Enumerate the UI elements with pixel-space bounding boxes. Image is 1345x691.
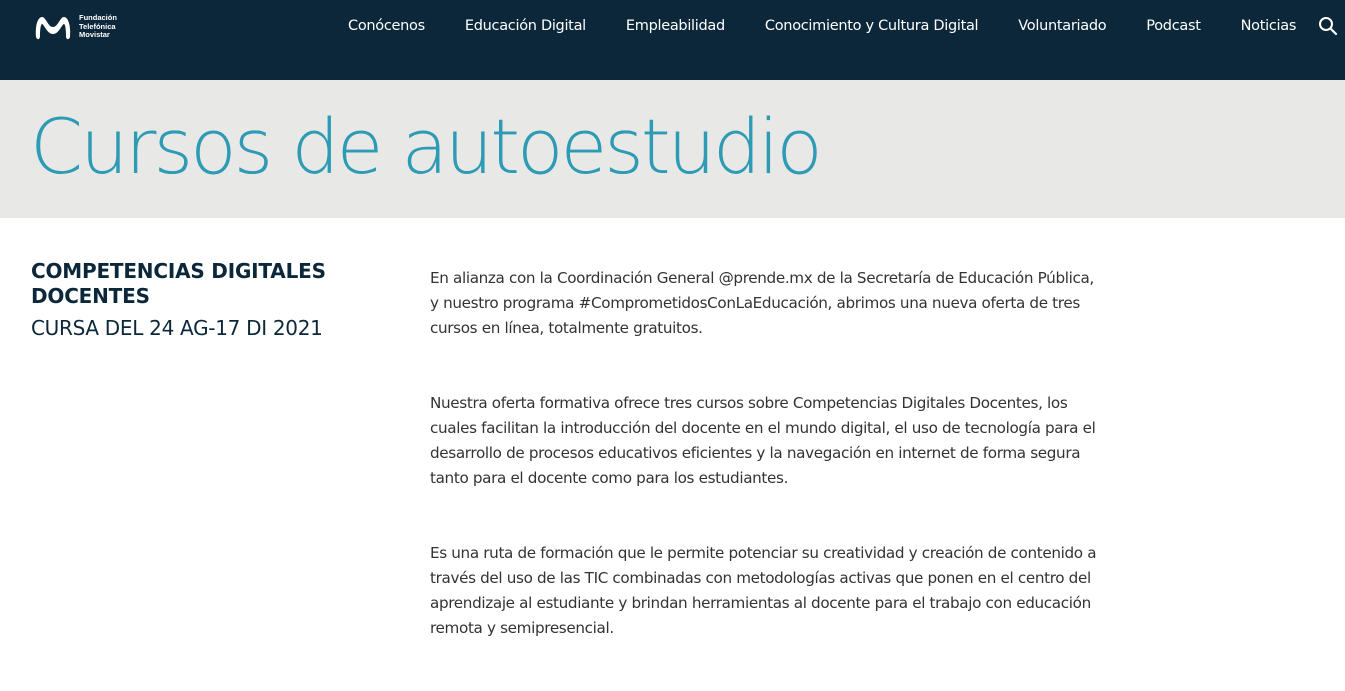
nav-item-podcast[interactable]: Podcast	[1126, 18, 1220, 34]
page-hero: Cursos de autoestudio	[0, 80, 1345, 218]
course-dates: CURSA DEL 24 AG-17 DI 2021	[31, 316, 323, 340]
movistar-m-logo-icon	[35, 17, 71, 40]
course-description: En alianza con la Coordinación General @…	[430, 266, 1100, 691]
logo-wordmark: Fundación Telefónica Movistar	[79, 14, 117, 40]
logo-line-3: Movistar	[79, 30, 110, 40]
search-icon[interactable]	[1318, 16, 1338, 36]
page-title: Cursos de autoestudio	[30, 102, 823, 191]
paragraph-1: En alianza con la Coordinación General @…	[430, 269, 1094, 337]
main-nav: Conócenos Educación Digital Empleabilida…	[328, 0, 1345, 52]
paragraph-2: Nuestra oferta formativa ofrece tres cur…	[430, 394, 1096, 487]
nav-item-educacion-digital[interactable]: Educación Digital	[445, 18, 606, 34]
nav-item-voluntariado[interactable]: Voluntariado	[998, 18, 1126, 34]
top-navigation-bar: Fundación Telefónica Movistar Conócenos …	[0, 0, 1345, 80]
fundacion-telefonica-logo[interactable]: Fundación Telefónica Movistar	[33, 12, 117, 42]
paragraph-3: Es una ruta de formación que le permite …	[430, 544, 1097, 637]
nav-item-conocenos[interactable]: Conócenos	[328, 18, 445, 34]
nav-item-conocimiento-cultura-digital[interactable]: Conocimiento y Cultura Digital	[745, 18, 998, 34]
course-heading: COMPETENCIAS DIGITALES DOCENTES	[31, 259, 326, 308]
nav-item-empleabilidad[interactable]: Empleabilidad	[606, 18, 745, 34]
nav-item-noticias[interactable]: Noticias	[1221, 18, 1316, 34]
course-info: COMPETENCIAS DIGITALES DOCENTES CURSA DE…	[31, 259, 371, 341]
